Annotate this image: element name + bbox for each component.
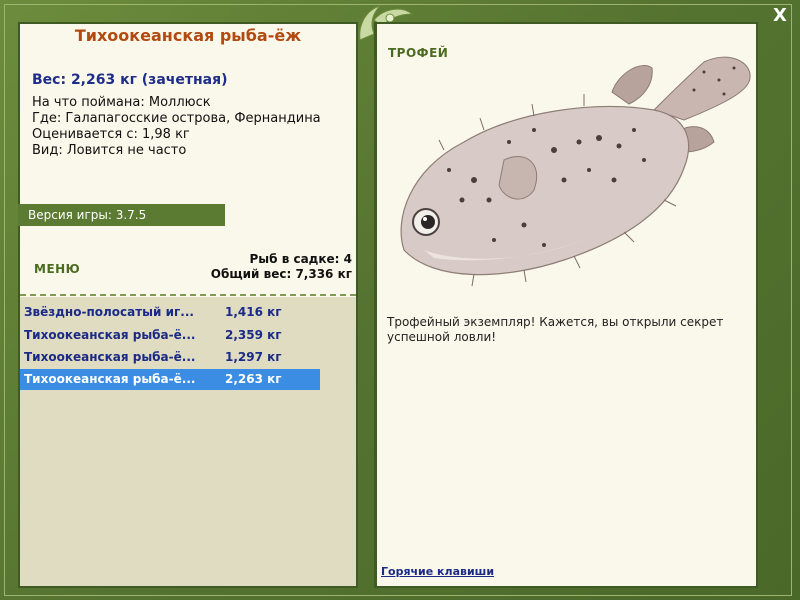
version-bar: Версия игры: 3.7.5 — [18, 204, 225, 226]
catch-list: Звёздно-полосатый иг... 1,416 кг Тихооке… — [20, 297, 356, 586]
fish-title: Тихоокеанская рыба-ёж — [74, 26, 302, 45]
catch-list-item-selected[interactable]: Тихоокеанская рыба-ё... 2,263 кг — [20, 369, 320, 390]
close-button[interactable]: X — [768, 5, 792, 27]
trophy-description: Трофейный экземпляр! Кажется, вы открыли… — [387, 315, 724, 344]
fish-info-frequency: Вид: Ловится не часто — [32, 143, 187, 158]
catch-list-item[interactable]: Звёздно-полосатый иг... 1,416 кг — [20, 302, 320, 323]
catch-list-item[interactable]: Тихоокеанская рыба-ё... 2,359 кг — [20, 325, 320, 346]
hotkeys-link[interactable]: Горячие клавиши — [381, 565, 494, 578]
catch-list-item[interactable]: Тихоокеанская рыба-ё... 1,297 кг — [20, 347, 320, 368]
menu-button[interactable]: МЕНЮ — [34, 262, 80, 276]
cage-summary: Рыб в садке: 4 Общий вес: 7,336 кг — [211, 252, 352, 282]
pufferfish-image — [400, 56, 751, 287]
divider — [20, 294, 356, 296]
fish-info: На что поймана: Моллюск Где: Галапагосск… — [32, 95, 321, 159]
fish-weight: Вес: 2,263 кг (зачетная) — [32, 72, 228, 88]
fish-info-bait: На что поймана: Моллюск — [32, 95, 211, 110]
cage-total-weight: Общий вес: 7,336 кг — [210, 267, 352, 281]
fish-info-location: Где: Галапагосские острова, Фернандина — [32, 111, 321, 126]
cage-count: Рыб в садке: 4 — [249, 252, 353, 266]
fish-info-threshold: Оценивается с: 1,98 кг — [32, 127, 190, 142]
